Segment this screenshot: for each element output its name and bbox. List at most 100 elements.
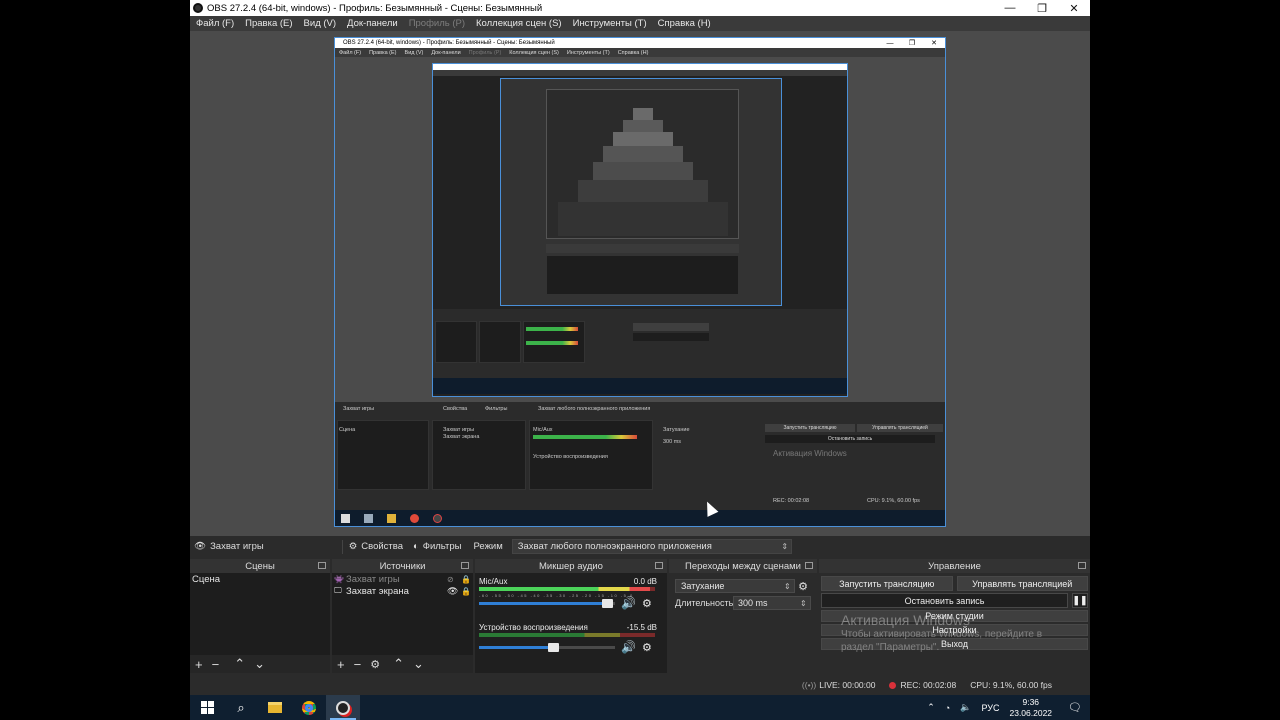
- dock-float-icon[interactable]: [805, 562, 813, 569]
- move-up-button[interactable]: ⌃: [393, 656, 404, 672]
- eye-hidden-icon[interactable]: ⊘: [447, 575, 461, 584]
- menu-scene-collection[interactable]: Коллекция сцен (S): [476, 18, 562, 29]
- spin-arrows-icon[interactable]: ⇕: [800, 599, 810, 608]
- add-source-button[interactable]: +: [337, 657, 345, 672]
- broadcast-icon: ((•)): [801, 680, 817, 690]
- slider-fill: [479, 646, 554, 649]
- language-indicator[interactable]: РУС: [981, 703, 999, 713]
- menu-edit[interactable]: Правка (E): [245, 18, 292, 29]
- nested-properties-label: Свойства: [443, 406, 468, 412]
- nested-window-title: OBS 27.2.4 (64-bit, windows) - Профиль: …: [343, 40, 555, 46]
- nested-level-4: [546, 89, 739, 239]
- gear-icon: ⚙: [348, 541, 358, 552]
- menu-profile[interactable]: Профиль (P): [409, 18, 465, 29]
- move-up-button[interactable]: ⌃: [234, 656, 245, 672]
- captured-screen-frame: OBS 27.2.4 (64-bit, windows) - Профиль: …: [334, 37, 946, 527]
- menu-docks[interactable]: Док-панели: [347, 18, 398, 29]
- lock-icon[interactable]: 🔒: [461, 575, 473, 584]
- volume-slider[interactable]: [479, 643, 615, 652]
- nested-start-stream: Запустить трансляцию: [765, 424, 855, 432]
- speaker-icon[interactable]: 🔊: [621, 640, 636, 654]
- manage-stream-button[interactable]: Управлять трансляцией: [956, 576, 1088, 591]
- scene-item[interactable]: Сцена: [190, 573, 330, 585]
- source-properties-button[interactable]: ⚙: [370, 658, 380, 671]
- transition-row: Затухание ⇕ ⚙: [675, 579, 811, 593]
- gear-icon[interactable]: ⚙: [642, 597, 652, 610]
- obs-icon: [336, 700, 350, 715]
- clock[interactable]: 9:36 23.06.2022: [1009, 697, 1052, 719]
- volume-meter: [479, 633, 655, 637]
- chevron-updown-icon: ⇕: [784, 581, 791, 591]
- dock-float-icon[interactable]: [461, 562, 469, 569]
- slider-knob[interactable]: [547, 643, 559, 652]
- volume-icon[interactable]: 🔈: [960, 702, 971, 713]
- nested-cpu-status: CPU: 9.1%, 60.00 fps: [867, 498, 920, 504]
- mode-label: Режим: [473, 541, 503, 552]
- duration-spinbox[interactable]: 300 ms ⇕: [733, 596, 811, 610]
- menu-help[interactable]: Справка (H): [658, 18, 711, 29]
- dock-float-icon[interactable]: [1078, 562, 1086, 569]
- nested-level-2-button: [633, 333, 709, 341]
- stop-recording-button[interactable]: Остановить запись: [821, 593, 1068, 608]
- sources-dock-header: Источники: [332, 559, 473, 573]
- speaker-icon[interactable]: 🔊: [621, 596, 636, 610]
- slider-knob[interactable]: [602, 599, 614, 608]
- slider-fill: [479, 602, 609, 605]
- chevron-updown-icon: ⇕: [781, 542, 789, 551]
- dock-float-icon[interactable]: [655, 562, 663, 569]
- controls-body: Запустить трансляцию Управлять трансляци…: [819, 573, 1090, 673]
- search-icon: ⌕: [237, 699, 245, 715]
- menu-file[interactable]: Файл (F): [196, 18, 234, 29]
- restore-button[interactable]: ❐: [1026, 0, 1058, 16]
- transitions-dock: Переходы между сценами Затухание ⇕ ⚙ Дли…: [669, 559, 817, 673]
- nested-level-2-sources: [479, 321, 521, 363]
- minimize-button[interactable]: —: [994, 0, 1026, 16]
- volume-slider[interactable]: [479, 599, 615, 608]
- filters-button[interactable]: ◐ Фильтры: [413, 541, 462, 552]
- start-stream-button[interactable]: Запустить трансляцию: [821, 576, 953, 591]
- chrome-button[interactable]: [292, 695, 326, 720]
- mode-select[interactable]: Захват любого полноэкранного приложения …: [511, 539, 792, 554]
- filter-icon: ◐: [412, 541, 419, 552]
- close-button[interactable]: ✕: [1058, 0, 1090, 16]
- notifications-icon[interactable]: 🗨: [1068, 701, 1082, 714]
- scenes-toolbar: + − ⌃ ⌄: [190, 655, 330, 673]
- recursion-tile: [622, 120, 663, 132]
- nested-meter: [533, 435, 637, 439]
- nested-obs-icon: [433, 514, 442, 523]
- start-button[interactable]: [190, 695, 224, 720]
- nested-menu-item: Профиль (P): [468, 49, 502, 56]
- exit-button[interactable]: Выход: [821, 638, 1088, 650]
- obs-taskbar-button[interactable]: [326, 695, 360, 720]
- settings-button[interactable]: Настройки: [821, 624, 1088, 636]
- studio-mode-button[interactable]: Режим студии: [821, 610, 1088, 622]
- scene-item-label: Сцена: [192, 573, 221, 585]
- scenes-list[interactable]: Сцена: [190, 573, 330, 655]
- move-down-button[interactable]: ⌄: [413, 656, 424, 672]
- source-item[interactable]: 👾 Захват игры ⊘ 🔒: [332, 573, 473, 585]
- menu-view[interactable]: Вид (V): [304, 18, 337, 29]
- eye-icon[interactable]: 👁: [447, 586, 461, 597]
- chevron-up-icon[interactable]: ⌃: [927, 702, 935, 713]
- move-down-button[interactable]: ⌄: [254, 656, 265, 672]
- mixer-channel-mic: Mic/Aux 0.0 dB -60 -55 -50 -45 -40 -35 -…: [479, 577, 661, 617]
- properties-button[interactable]: ⚙ Свойства: [349, 541, 403, 552]
- current-source-label: Захват игры: [210, 541, 264, 552]
- gear-icon[interactable]: ⚙: [642, 641, 652, 654]
- gear-icon[interactable]: ⚙: [795, 580, 811, 593]
- add-scene-button[interactable]: +: [195, 657, 203, 672]
- transition-select[interactable]: Затухание ⇕: [675, 579, 795, 593]
- remove-source-button[interactable]: −: [354, 657, 362, 672]
- preview-canvas[interactable]: OBS 27.2.4 (64-bit, windows) - Профиль: …: [190, 31, 1090, 536]
- dock-float-icon[interactable]: [318, 562, 326, 569]
- nested-level-3-panels: [546, 255, 739, 295]
- search-button[interactable]: ⌕: [224, 695, 258, 720]
- network-icon[interactable]: ◔: [945, 703, 950, 713]
- source-item[interactable]: 🖵 Захват экрана 👁 🔒: [332, 585, 473, 597]
- pause-recording-button[interactable]: ❚❚: [1072, 593, 1088, 608]
- remove-scene-button[interactable]: −: [212, 657, 220, 672]
- file-explorer-button[interactable]: [258, 695, 292, 720]
- sources-list[interactable]: 👾 Захват игры ⊘ 🔒 🖵 Захват экрана 👁 🔒: [332, 573, 473, 655]
- menu-tools[interactable]: Инструменты (T): [573, 18, 647, 29]
- lock-icon[interactable]: 🔒: [461, 587, 473, 596]
